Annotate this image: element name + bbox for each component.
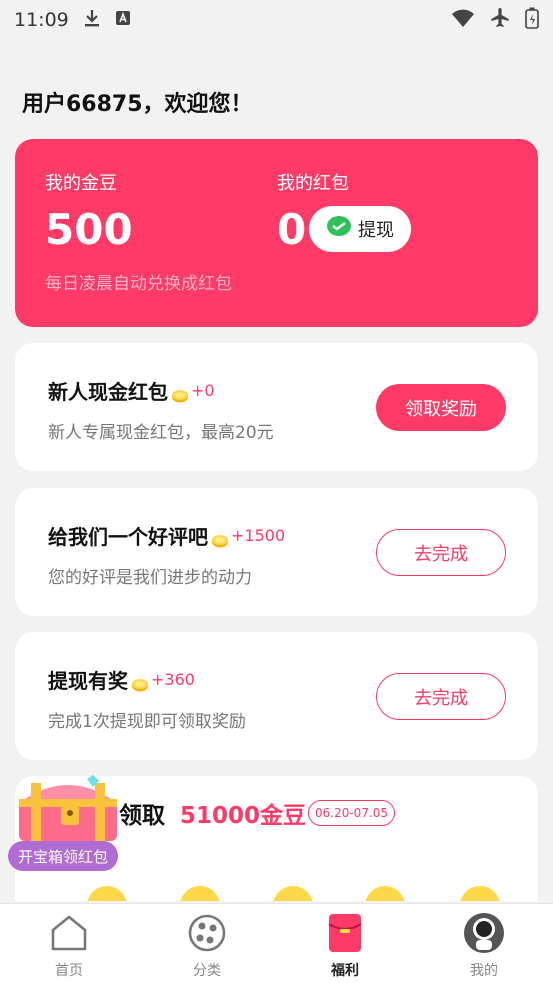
task-title: 新人现金红包 (48, 380, 168, 404)
chest-card-amount: 51000金豆 (180, 803, 307, 829)
keyboard-a-icon (115, 9, 131, 31)
task-description: 您的好评是我们进步的动力 (48, 568, 252, 588)
task-description: 新人专属现金红包，最高20元 (48, 423, 274, 443)
gold-coin-icon (131, 673, 149, 691)
category-icon (186, 912, 228, 954)
wechat-icon (326, 215, 352, 244)
task-reward: +1500 (231, 526, 286, 545)
battery-charging-icon (525, 7, 539, 34)
chest-card-date-range: 06.20-07.05 (308, 800, 396, 826)
gold-coin-icon (87, 886, 127, 901)
tab-profile[interactable]: 我的 (439, 904, 529, 983)
gold-beans-label: 我的金豆 (45, 173, 117, 194)
gold-coin-icon (211, 529, 229, 547)
bottom-tab-bar: 首页 分类 福利 我的 (0, 903, 553, 983)
status-time: 11:09 (14, 9, 69, 31)
red-packet-label: 我的红包 (277, 173, 349, 194)
task-reward: +360 (151, 670, 195, 689)
red-packet-value: 0 (277, 205, 307, 254)
task-description: 完成1次提现即可领取奖励 (48, 712, 246, 732)
gold-beans-value: 500 (45, 205, 133, 254)
withdraw-button[interactable]: 提现 (309, 206, 411, 252)
gold-coin-icon (180, 886, 220, 901)
tab-welfare-label: 福利 (331, 963, 359, 979)
task-title: 提现有奖 (48, 669, 128, 693)
download-icon (83, 8, 101, 33)
open-chest-badge[interactable]: 开宝箱领红包 (8, 841, 119, 871)
tab-profile-label: 我的 (470, 963, 498, 979)
airplane-mode-icon (489, 7, 511, 34)
treasure-chest-icon[interactable] (17, 773, 123, 843)
exchange-hint: 每日凌晨自动兑换成红包 (45, 274, 232, 294)
wallet-card: 我的金豆 500 我的红包 0 提现 每日凌晨自动兑换成红包 (15, 139, 538, 327)
task-card-newcomer: 新人现金红包 +0 新人专属现金红包，最高20元 领取奖励 (15, 343, 538, 471)
home-icon (48, 912, 90, 954)
gold-coin-icon (171, 384, 189, 402)
status-bar: 11:09 (0, 0, 553, 40)
gold-coin-icon (460, 886, 500, 901)
task-card-withdraw: 提现有奖 +360 完成1次提现即可领取奖励 去完成 (15, 632, 538, 760)
chest-card-title: 领取 (119, 803, 165, 829)
red-envelope-icon (324, 912, 366, 954)
go-complete-button[interactable]: 去完成 (376, 673, 506, 720)
gold-coin-icon (273, 886, 313, 901)
tab-welfare[interactable]: 福利 (300, 904, 390, 983)
greeting-title: 用户66875，欢迎您！ (22, 92, 253, 117)
go-complete-button[interactable]: 去完成 (376, 529, 506, 576)
tab-home[interactable]: 首页 (24, 904, 114, 983)
withdraw-button-label: 提现 (358, 220, 394, 241)
tab-category-label: 分类 (193, 963, 221, 979)
claim-reward-button[interactable]: 领取奖励 (376, 384, 506, 431)
wifi-icon (451, 8, 475, 33)
tab-home-label: 首页 (55, 963, 83, 979)
task-card-review: 给我们一个好评吧 +1500 您的好评是我们进步的动力 去完成 (15, 488, 538, 616)
profile-avatar-icon (463, 912, 505, 954)
task-reward: +0 (191, 381, 215, 400)
gold-coin-icon (365, 886, 405, 901)
tab-category[interactable]: 分类 (162, 904, 252, 983)
task-title: 给我们一个好评吧 (48, 525, 208, 549)
